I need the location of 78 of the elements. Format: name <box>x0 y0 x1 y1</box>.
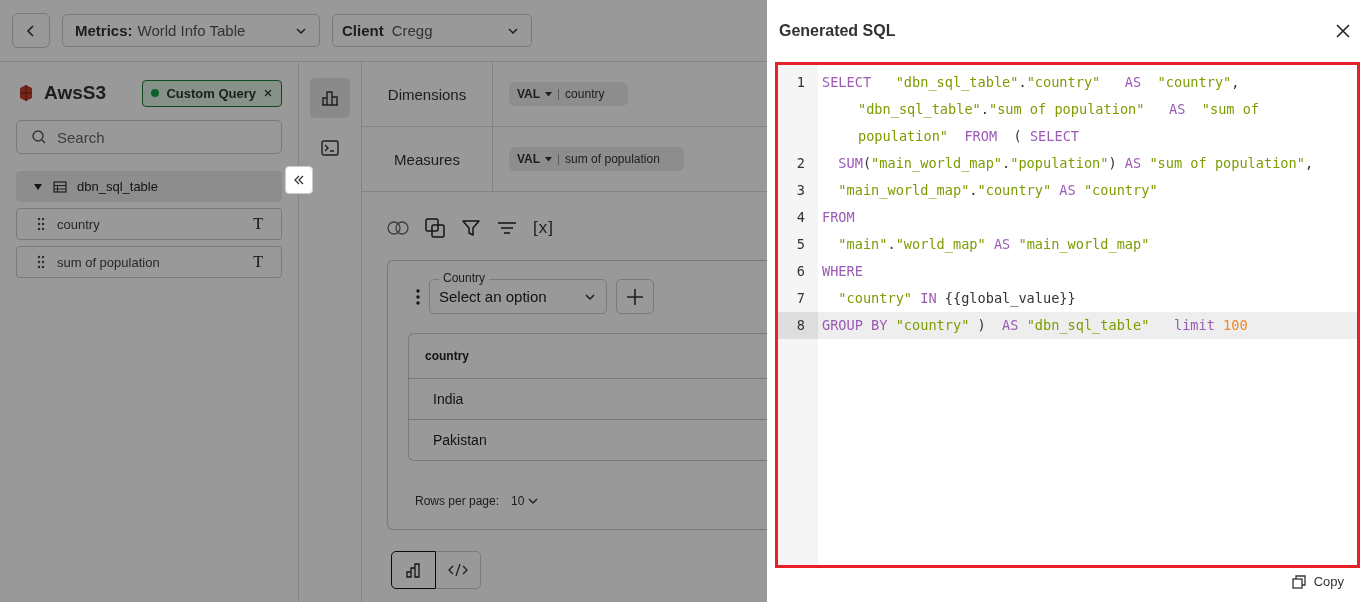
caret-icon <box>545 156 553 162</box>
field-item[interactable]: sum of population T <box>16 246 282 278</box>
code-line: "country" IN {{global_value}} <box>837 289 1076 309</box>
table-icon <box>53 180 67 193</box>
code-icon <box>448 563 468 577</box>
line-number: 3 <box>795 181 806 200</box>
bar-chart-icon <box>404 562 423 578</box>
source-name: AwsS3 <box>44 82 106 104</box>
copy-squares-icon[interactable] <box>425 218 445 238</box>
chevron-down-icon <box>295 26 307 35</box>
field-pill[interactable]: VAL country <box>509 82 629 106</box>
shelf-label: Dimensions <box>362 62 493 126</box>
add-button[interactable] <box>616 279 654 314</box>
join-icon[interactable] <box>387 221 409 235</box>
chevron-down-icon <box>584 292 596 301</box>
copy-icon <box>1291 574 1306 589</box>
table-cell: India <box>433 391 464 407</box>
field-item[interactable]: country T <box>16 208 282 240</box>
collapse-button[interactable] <box>285 166 313 194</box>
column-header: country <box>425 349 469 363</box>
filter-icon[interactable] <box>461 218 481 238</box>
variables-button[interactable]: [x] <box>533 218 554 238</box>
more-icon[interactable] <box>416 288 420 305</box>
chart-view-button[interactable] <box>391 551 436 589</box>
caret-icon <box>545 91 553 97</box>
tag-label: Custom Query <box>166 85 256 101</box>
aggregation-label: VAL <box>517 87 541 101</box>
client-select[interactable]: Client Cregg <box>332 14 532 47</box>
table-cell: Pakistan <box>433 432 487 448</box>
chevron-down-icon <box>528 497 539 505</box>
field-name: country <box>57 216 100 232</box>
bar-chart-icon <box>321 89 339 107</box>
code-line: SUM("main_world_map"."population") AS "sum of population", <box>837 154 1314 174</box>
line-number: 7 <box>795 289 806 308</box>
sort-icon[interactable] <box>497 221 517 235</box>
copy-button[interactable]: Copy <box>1291 574 1344 589</box>
code-line: "dbn_sql_table"."sum of population" AS "sum of <box>857 100 1260 120</box>
code-line: "main_world_map"."country" AS "country" <box>837 181 1158 201</box>
code-line: FROM <box>822 208 855 227</box>
code-line: SELECT "dbn_sql_table"."country" AS "country", <box>822 73 1241 93</box>
shelf-label: Measures <box>362 127 493 191</box>
table-tree-item[interactable]: dbn_sql_table <box>16 171 282 202</box>
line-number: 1 <box>795 73 806 92</box>
line-number: 5 <box>795 235 806 254</box>
code-line: "main"."world_map" AS "main_world_map" <box>837 235 1150 255</box>
metric-select[interactable]: Metrics: World Info Table <box>62 14 320 47</box>
pill-label: country <box>565 87 605 101</box>
line-number: 6 <box>795 262 806 281</box>
search-field[interactable]: Search <box>16 120 282 154</box>
rows-per-page-select[interactable]: 10 <box>511 494 539 508</box>
chevron-down-icon <box>507 26 519 35</box>
field-name: sum of population <box>57 254 160 270</box>
drawer-title: Generated SQL <box>779 22 896 40</box>
type-symbol: T <box>253 253 263 271</box>
bucket-icon <box>18 84 34 102</box>
drag-handle-icon[interactable] <box>37 217 45 231</box>
type-symbol: T <box>253 215 263 233</box>
back-button[interactable] <box>12 13 50 48</box>
search-icon <box>31 129 47 145</box>
code-line: GROUP BY "country" ) AS "dbn_sql_table" limit 100 <box>822 316 1248 336</box>
pill-label: sum of population <box>565 152 660 166</box>
line-number: 4 <box>795 208 806 227</box>
status-dot-icon <box>151 89 160 97</box>
chart-button[interactable] <box>310 78 350 118</box>
code-line: population" FROM ( SELECT <box>857 127 1080 146</box>
back-icon <box>26 23 36 38</box>
plus-icon <box>626 287 644 306</box>
line-number: 2 <box>795 154 806 173</box>
search-input[interactable]: Search <box>55 127 267 147</box>
field-pill[interactable]: VAL sum of population <box>509 147 684 171</box>
line-number: 8 <box>778 312 818 339</box>
rows-per-page-label: Rows per page: <box>415 494 500 508</box>
terminal-icon <box>321 140 339 156</box>
double-chevron-left-icon <box>293 174 305 186</box>
code-line: WHERE <box>822 262 863 281</box>
close-icon[interactable] <box>1336 24 1350 38</box>
aggregation-label: VAL <box>517 152 541 166</box>
drag-handle-icon[interactable] <box>37 255 45 269</box>
